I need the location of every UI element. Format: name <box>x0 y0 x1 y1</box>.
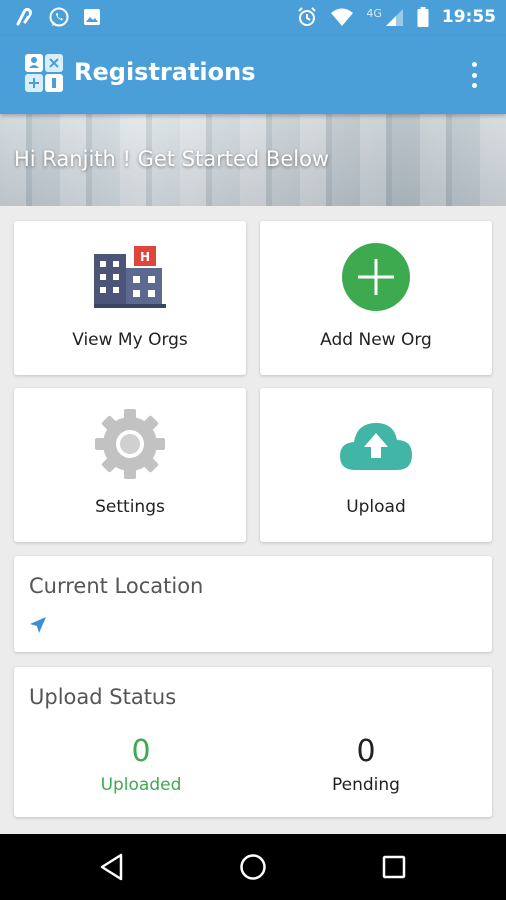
pending-stat: 0 Pending <box>286 734 446 795</box>
app-bar: Registrations <box>0 36 506 114</box>
alarm-icon <box>298 7 317 26</box>
navigation-arrow-icon[interactable] <box>28 615 48 635</box>
overflow-dot <box>471 62 477 67</box>
upload-status-title: Upload Status <box>29 685 177 709</box>
add-new-org-tile[interactable]: Add New Org <box>260 221 492 375</box>
view-my-orgs-tile[interactable]: H View My Orgs <box>14 221 246 375</box>
app-title: Registrations <box>74 58 256 86</box>
battery-icon <box>417 7 429 27</box>
upload-status-card: Upload Status 0 Uploaded 0 Pending <box>14 667 492 817</box>
upload-tile[interactable]: Upload <box>260 388 492 542</box>
image-icon <box>84 9 100 25</box>
pending-label: Pending <box>332 775 400 795</box>
uploaded-count: 0 <box>131 734 151 769</box>
app-logo-icon <box>25 54 63 92</box>
back-icon[interactable] <box>97 851 129 883</box>
welcome-banner: Hi Ranjith ! Get Started Below <box>0 114 506 206</box>
whatsapp-icon <box>49 7 69 27</box>
recents-icon[interactable] <box>378 851 410 883</box>
add-new-org-label: Add New Org <box>320 330 432 350</box>
network-type-label: 4G <box>366 6 382 20</box>
clock: 19:55 <box>441 7 496 27</box>
settings-label: Settings <box>95 497 165 517</box>
uploaded-label: Uploaded <box>100 775 182 795</box>
current-location-title: Current Location <box>29 574 204 598</box>
gear-icon <box>95 409 165 479</box>
overflow-dot <box>471 72 477 78</box>
pending-count: 0 <box>356 734 376 769</box>
uploaded-stat: 0 Uploaded <box>61 734 221 795</box>
cloud-upload-icon <box>340 423 412 470</box>
overflow-dot <box>471 83 477 88</box>
view-my-orgs-label: View My Orgs <box>72 330 188 350</box>
svg-text:H: H <box>140 250 150 264</box>
upload-label: Upload <box>346 497 406 517</box>
overflow-menu-button[interactable] <box>462 60 486 90</box>
wifi-icon <box>331 8 354 26</box>
status-left-icons <box>14 6 102 28</box>
hospital-building-icon: H <box>94 246 166 308</box>
system-navigation-bar <box>0 834 506 900</box>
home-icon[interactable] <box>237 851 269 883</box>
greeting-text: Hi Ranjith ! Get Started Below <box>14 147 330 171</box>
status-bar: 4G 19:55 <box>0 0 506 36</box>
status-right-icons: 4G 19:55 <box>296 6 496 28</box>
cellular-signal-icon <box>385 9 403 26</box>
settings-tile[interactable]: Settings <box>14 388 246 542</box>
app-notification-icon <box>16 7 32 26</box>
add-circle-icon <box>342 243 410 311</box>
current-location-card: Current Location <box>14 556 492 652</box>
